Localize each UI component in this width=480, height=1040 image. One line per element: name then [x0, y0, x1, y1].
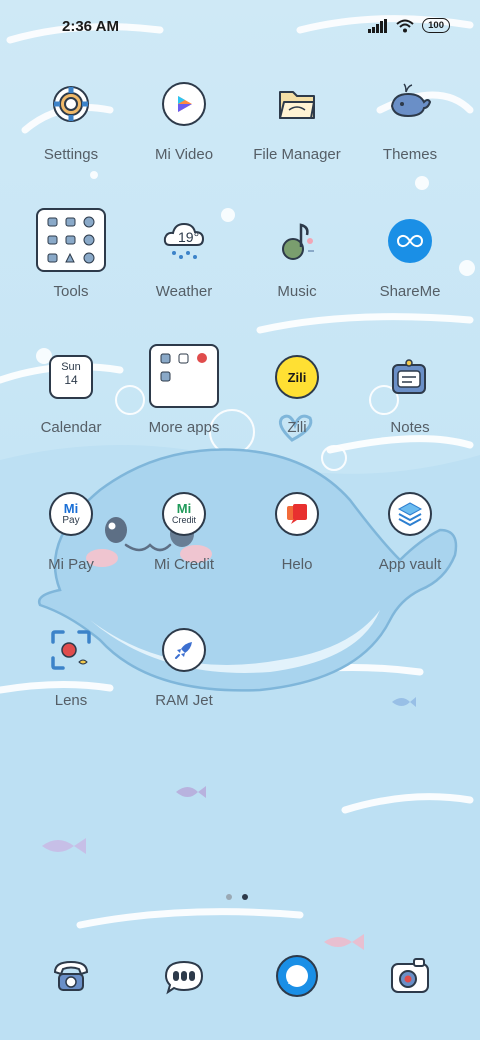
zili-logo-icon: Zili — [275, 355, 319, 399]
app-weather[interactable]: 19° Weather — [128, 219, 240, 339]
weather-temperature: 19° — [178, 229, 200, 245]
app-mi-pay[interactable]: Mi Pay Mi Pay — [15, 492, 127, 612]
status-time: 2:36 AM — [62, 18, 119, 35]
page-dot-1[interactable] — [226, 894, 232, 900]
app-mi-video[interactable]: Mi Video — [128, 82, 240, 202]
dock-camera[interactable] — [388, 954, 432, 998]
messages-icon — [164, 960, 204, 995]
app-label: Music — [277, 283, 317, 300]
app-label: Mi Video — [154, 146, 214, 163]
app-file-manager[interactable]: File Manager — [241, 82, 353, 202]
app-label: Mi Pay — [48, 556, 94, 573]
status-bar: 2:36 AM 100 — [0, 0, 480, 56]
page-dot-2-active[interactable] — [242, 894, 248, 900]
app-settings[interactable]: Settings — [15, 82, 127, 202]
mi-pay-icon: Mi Pay — [49, 492, 93, 536]
app-lens[interactable]: Lens — [15, 628, 127, 748]
app-label: RAM Jet — [155, 692, 213, 709]
app-notes[interactable]: Notes — [354, 355, 466, 475]
app-label: Tools — [53, 283, 89, 300]
play-icon — [162, 82, 206, 126]
app-label: File Manager — [253, 146, 341, 163]
phone-icon — [53, 960, 89, 991]
dock-messages[interactable] — [162, 954, 206, 998]
tools-folder-icon — [36, 208, 106, 272]
stack-vault-icon — [388, 492, 432, 536]
app-themes[interactable]: Themes — [354, 82, 466, 202]
rocket-icon — [162, 628, 206, 672]
app-label: Zili — [287, 419, 307, 436]
whale-themes-icon — [390, 83, 432, 118]
battery-indicator: 100 — [422, 18, 450, 33]
lifebuoy-settings-icon — [53, 86, 89, 122]
app-label: ShareMe — [379, 283, 441, 300]
app-label: Helo — [281, 556, 313, 573]
wifi-icon — [396, 19, 414, 32]
mi-credit-icon: Mi Credit — [162, 492, 206, 536]
app-mi-credit[interactable]: Mi Credit Mi Credit — [128, 492, 240, 612]
helo-chat-icon — [275, 492, 319, 536]
status-icons: 100 — [368, 18, 450, 33]
app-label: Lens — [54, 692, 88, 709]
dock-phone[interactable] — [49, 954, 93, 998]
app-helo[interactable]: Helo — [241, 492, 353, 612]
app-label: Notes — [390, 419, 430, 436]
app-label: Mi Credit — [153, 556, 214, 573]
music-note-icon — [282, 223, 314, 260]
more-apps-folder-icon — [149, 344, 219, 408]
folder-tools[interactable]: Tools — [15, 208, 127, 339]
app-zili[interactable]: Zili Zili — [241, 355, 353, 475]
signal-icon — [368, 18, 388, 33]
app-vault[interactable]: App vault — [354, 492, 466, 612]
lens-scan-icon — [51, 630, 91, 670]
infinity-shareme-icon — [388, 219, 432, 263]
folder-more-apps[interactable]: More apps — [128, 344, 240, 475]
app-ram-jet[interactable]: RAM Jet — [128, 628, 240, 748]
app-label: App vault — [378, 556, 442, 573]
camera-icon — [391, 958, 429, 993]
folder-icon — [279, 91, 315, 119]
notes-icon — [392, 359, 426, 394]
calendar-icon: Sun 14 — [49, 355, 93, 399]
app-label: Settings — [43, 146, 99, 163]
app-label: Themes — [382, 146, 438, 163]
app-label: Calendar — [40, 419, 102, 436]
calendar-date: 14 — [64, 373, 78, 387]
page-indicator[interactable] — [226, 894, 248, 900]
app-calendar[interactable]: Sun 14 Calendar — [15, 355, 127, 475]
dock-browser[interactable] — [275, 954, 319, 998]
app-label: More apps — [148, 419, 220, 436]
browser-icon — [276, 955, 318, 997]
app-label: Weather — [155, 283, 213, 300]
app-shareme[interactable]: ShareMe — [354, 219, 466, 339]
calendar-day: Sun — [61, 361, 81, 373]
app-music[interactable]: Music — [241, 219, 353, 339]
